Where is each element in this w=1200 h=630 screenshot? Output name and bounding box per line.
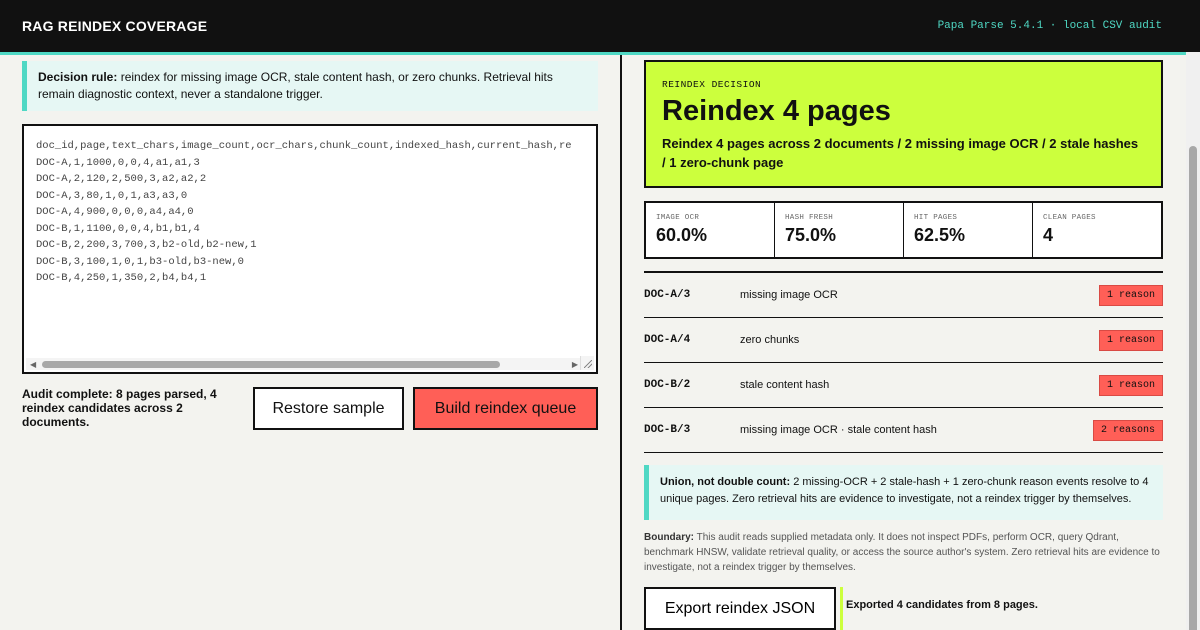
app-header: RAG REINDEX COVERAGE Papa Parse 5.4.1 · … — [0, 0, 1200, 52]
export-status: Exported 4 candidates from 8 pages. — [840, 587, 1038, 630]
candidate-reason: missing image OCR · stale content hash — [740, 424, 937, 436]
build-reindex-queue-button[interactable]: Build reindex queue — [413, 387, 598, 430]
reindex-decision-card: REINDEX DECISION Reindex 4 pages Reindex… — [644, 60, 1163, 188]
candidate-id: DOC-B/3 — [644, 424, 691, 436]
union-note-callout: Union, not double count: 2 missing-OCR +… — [644, 465, 1163, 520]
metric-hit-pages: HIT PAGES 62.5% — [904, 203, 1033, 257]
resize-grip-icon[interactable] — [580, 356, 594, 370]
metric-hash-fresh: HASH FRESH 75.0% — [775, 203, 904, 257]
panel-divider — [620, 55, 622, 630]
scroll-right-arrow-icon[interactable]: ▶ — [572, 360, 578, 369]
reason-count-badge: 1 reason — [1098, 374, 1163, 396]
app-title: RAG REINDEX COVERAGE — [22, 18, 208, 34]
audit-status: Audit complete: 8 pages parsed, 4 reinde… — [22, 387, 217, 429]
candidate-reason: missing image OCR — [740, 289, 838, 301]
csv-scrollbar-thumb[interactable] — [42, 361, 500, 368]
metric-value: 75.0% — [785, 225, 837, 245]
candidate-reason: zero chunks — [740, 334, 800, 346]
candidate-list: DOC-A/3 missing image OCR 1 reason DOC-A… — [644, 271, 1163, 453]
list-item: DOC-A/3 missing image OCR 1 reason — [644, 273, 1163, 318]
csv-input[interactable]: doc_id,page,text_chars,image_count,ocr_c… — [22, 124, 598, 374]
export-json-button[interactable]: Export reindex JSON — [644, 587, 836, 630]
metrics-strip: IMAGE OCR 60.0% HASH FRESH 75.0% HIT PAG… — [644, 201, 1163, 259]
decision-rule-callout: Decision rule: reindex for missing image… — [22, 61, 598, 111]
metric-label: CLEAN PAGES — [1043, 214, 1096, 222]
list-item: DOC-B/2 stale content hash 1 reason — [644, 363, 1163, 408]
boundary-note: Boundary: This audit reads supplied meta… — [644, 530, 1163, 575]
input-panel: Decision rule: reindex for missing image… — [22, 55, 598, 630]
candidate-id: DOC-B/2 — [644, 379, 691, 391]
reason-count-badge: 1 reason — [1098, 329, 1163, 351]
metric-label: HIT PAGES — [914, 214, 958, 222]
metric-value: 62.5% — [914, 225, 966, 245]
candidate-reason: stale content hash — [740, 379, 830, 391]
list-item: DOC-A/4 zero chunks 1 reason — [644, 318, 1163, 363]
metric-label: HASH FRESH — [785, 214, 834, 222]
csv-horizontal-scrollbar[interactable]: ◀ ▶ — [26, 358, 582, 370]
decision-kicker: REINDEX DECISION — [662, 79, 762, 90]
restore-sample-button[interactable]: Restore sample — [253, 387, 404, 430]
decision-summary: Reindex 4 pages across 2 documents / 2 m… — [662, 136, 1139, 170]
header-meta: Papa Parse 5.4.1 · local CSV audit — [937, 20, 1162, 32]
scroll-left-arrow-icon[interactable]: ◀ — [30, 360, 36, 369]
page-scrollbar-thumb[interactable] — [1189, 146, 1197, 630]
metric-image-ocr: IMAGE OCR 60.0% — [646, 203, 775, 257]
metric-clean-pages: CLEAN PAGES 4 — [1033, 203, 1161, 257]
list-item: DOC-B/3 missing image OCR · stale conten… — [644, 408, 1163, 453]
decision-headline: Reindex 4 pages — [662, 95, 891, 127]
decision-rule-label: Decision rule: — [38, 70, 118, 84]
boundary-text: This audit reads supplied metadata only.… — [644, 532, 1160, 573]
reason-count-badge: 1 reason — [1098, 284, 1163, 306]
page-scrollbar[interactable] — [1186, 52, 1200, 630]
metric-label: IMAGE OCR — [656, 214, 700, 222]
candidate-id: DOC-A/4 — [644, 334, 691, 346]
union-note-label: Union, not double count: — [660, 476, 791, 488]
reason-count-badge: 2 reasons — [1092, 419, 1163, 441]
metric-value: 4 — [1043, 225, 1054, 245]
results-panel: REINDEX DECISION Reindex 4 pages Reindex… — [644, 55, 1163, 630]
metric-value: 60.0% — [656, 225, 708, 245]
boundary-label: Boundary: — [644, 532, 694, 543]
csv-input-text[interactable]: doc_id,page,text_chars,image_count,ocr_c… — [36, 138, 572, 287]
candidate-id: DOC-A/3 — [644, 289, 691, 301]
